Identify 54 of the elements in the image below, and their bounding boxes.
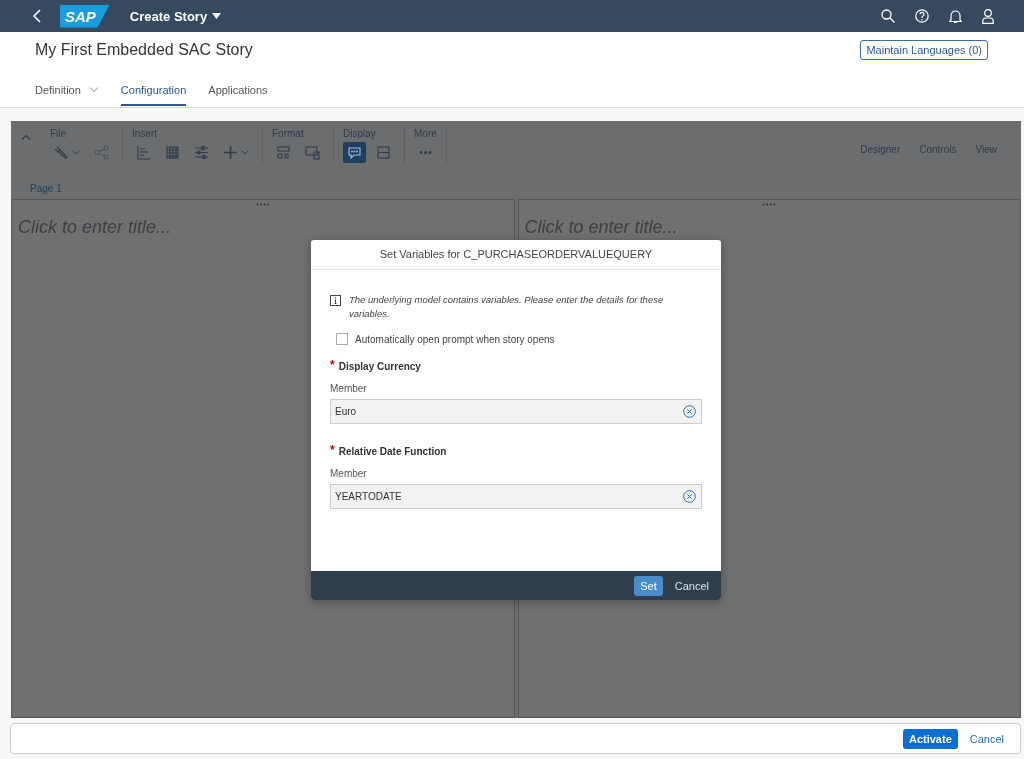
tab[interactable]: Definition <box>35 84 99 106</box>
wrench-icon <box>54 145 69 160</box>
caret-icon[interactable] <box>212 13 222 19</box>
required-asterisk: * <box>330 446 335 457</box>
grip-icon[interactable] <box>762 203 777 206</box>
maintain-languages-button[interactable]: Maintain Languages (0) <box>860 40 988 60</box>
checkbox-label[interactable]: Automatically open prompt when story opens <box>355 333 555 345</box>
toolbar-group-label: Display <box>343 128 377 139</box>
toolbar-button[interactable] <box>343 142 366 163</box>
page-title: My First Embedded SAC Story <box>35 41 253 59</box>
toolbar-group-label: More <box>414 128 437 139</box>
variable-label: Display Currency <box>338 361 421 372</box>
table-icon <box>165 145 180 160</box>
plus-icon <box>223 145 238 160</box>
list-icon <box>276 145 291 160</box>
bell-icon[interactable] <box>949 8 962 24</box>
toolbar-group-label: Format <box>272 128 305 139</box>
toolbar-group-label: Insert <box>132 128 158 139</box>
devices-icon <box>305 145 320 160</box>
bar-chart-icon <box>136 145 151 160</box>
chevron-down-icon <box>241 150 249 155</box>
dialog-title: Set Variables for C_PURCHASEORDERVALUEQUERY <box>311 240 721 270</box>
chevron-down-icon <box>72 150 80 155</box>
grip-icon[interactable] <box>255 203 270 206</box>
member-input-field[interactable]: YEARTODATE <box>330 484 702 509</box>
chevron-up-icon[interactable] <box>21 134 31 140</box>
help-icon[interactable] <box>915 9 929 23</box>
set-button[interactable]: Set <box>634 575 663 596</box>
info-message: The underlying model contains variables. Please enter the details for these variables. <box>349 293 665 321</box>
tab[interactable]: Applications <box>208 84 268 106</box>
variable-label: Relative Date Function <box>338 446 447 457</box>
info-icon <box>330 295 341 306</box>
required-asterisk: * <box>330 361 335 372</box>
app-title[interactable]: Create Story <box>129 8 208 24</box>
share-icon <box>94 145 109 160</box>
sliders-icon <box>194 145 209 160</box>
search-icon[interactable] <box>881 9 895 23</box>
clear-icon[interactable] <box>683 490 696 503</box>
tab[interactable]: Configuration <box>120 84 187 106</box>
chevron-down-icon[interactable] <box>88 87 99 93</box>
split-layout-icon <box>376 145 391 160</box>
back-icon[interactable] <box>32 9 42 23</box>
toolbar-group-label: File <box>50 128 68 139</box>
field-label: Member <box>330 468 368 479</box>
field-label: Member <box>330 383 368 394</box>
user-icon[interactable] <box>982 8 994 24</box>
clear-icon[interactable] <box>683 405 696 418</box>
speech-bubble-icon <box>347 145 362 160</box>
cancel-button[interactable]: Cancel <box>963 728 1010 749</box>
activate-button[interactable]: Activate <box>902 728 958 749</box>
member-input-field[interactable]: Euro <box>330 399 702 424</box>
checkbox[interactable] <box>336 333 348 345</box>
logo[interactable]: SAP <box>60 4 110 28</box>
cancel-button[interactable]: Cancel <box>668 575 715 596</box>
